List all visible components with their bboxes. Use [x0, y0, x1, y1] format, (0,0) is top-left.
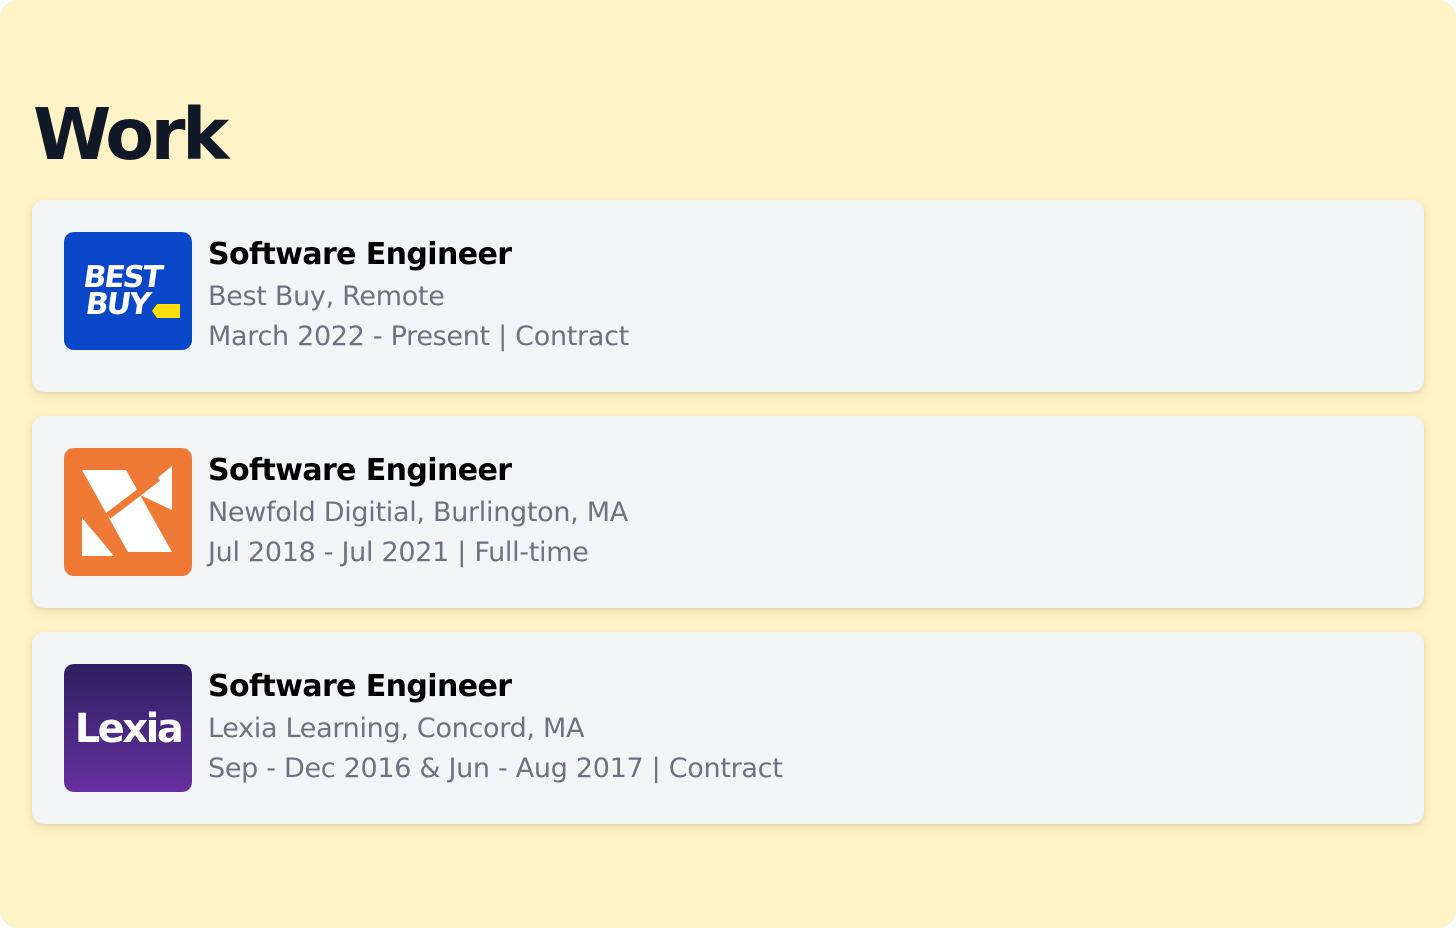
job-title: Software Engineer	[208, 669, 512, 704]
job-period: March 2022 - Present | Contract	[208, 321, 629, 352]
lexia-logo: Lexia	[64, 664, 192, 792]
section-heading: Work	[33, 93, 229, 176]
job-title: Software Engineer	[208, 237, 512, 272]
job-details: Software Engineer Newfold Digitial, Burl…	[208, 449, 628, 573]
job-list: BEST BUY Software Engineer Best Buy, Rem…	[32, 200, 1424, 848]
job-details: Software Engineer Best Buy, Remote March…	[208, 233, 629, 357]
svg-text:BUY: BUY	[83, 287, 154, 322]
job-company: Best Buy, Remote	[208, 281, 445, 312]
job-card-lexia: Lexia Software Engineer Lexia Learning, …	[32, 632, 1424, 824]
job-card-best-buy: BEST BUY Software Engineer Best Buy, Rem…	[32, 200, 1424, 392]
job-title: Software Engineer	[208, 453, 512, 488]
job-company: Lexia Learning, Concord, MA	[208, 713, 585, 744]
job-company: Newfold Digitial, Burlington, MA	[208, 497, 628, 528]
work-section: Work BEST BUY Software Engineer Best Buy…	[0, 0, 1456, 928]
job-card-newfold: Software Engineer Newfold Digitial, Burl…	[32, 416, 1424, 608]
newfold-digital-logo	[64, 448, 192, 576]
best-buy-logo: BEST BUY	[64, 232, 192, 350]
svg-text:Lexia: Lexia	[75, 706, 182, 752]
job-period: Sep - Dec 2016 & Jun - Aug 2017 | Contra…	[208, 753, 783, 784]
job-details: Software Engineer Lexia Learning, Concor…	[208, 665, 783, 789]
job-period: Jul 2018 - Jul 2021 | Full-time	[208, 537, 589, 568]
